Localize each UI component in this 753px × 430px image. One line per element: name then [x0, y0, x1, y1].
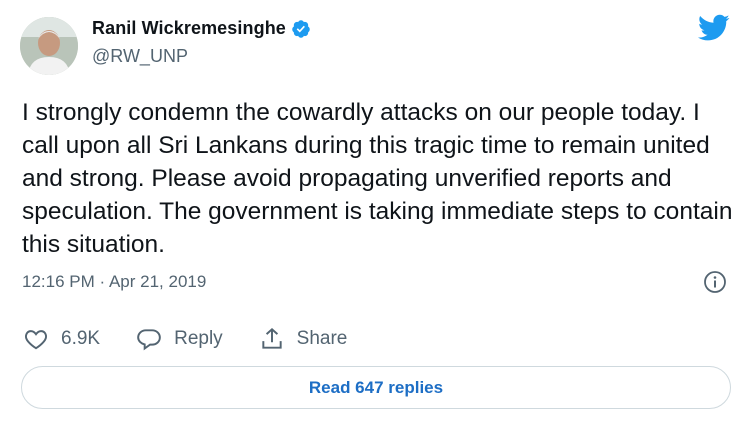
author-handle[interactable]: @RW_UNP [92, 46, 188, 67]
reply-label: Reply [174, 328, 223, 349]
read-replies-button[interactable]: Read 647 replies [21, 366, 731, 409]
like-button[interactable]: 6.9K [23, 326, 100, 352]
tweet-text: I strongly condemn the cowardly attacks … [22, 99, 733, 258]
tweet-time: 12:16 PM [22, 272, 95, 291]
tweet-card: Ranil Wickremesinghe @RW_UNP I strongly … [0, 0, 753, 430]
share-upload-icon [262, 327, 282, 349]
timestamp-separator: · [99, 272, 106, 291]
verified-badge-icon [292, 19, 310, 38]
author-name-row: Ranil Wickremesinghe [92, 18, 311, 39]
twitter-bird-icon[interactable] [698, 14, 730, 42]
tweet-timestamp[interactable]: 12:16 PM · Apr 21, 2019 [22, 272, 206, 292]
tweet-actions: 6.9K Reply Share [23, 326, 383, 352]
heart-icon [25, 330, 47, 350]
reply-button[interactable]: Reply [136, 326, 223, 352]
tweet-date: Apr 21, 2019 [108, 272, 207, 291]
avatar-photo [20, 17, 78, 75]
reply-bubble-icon [137, 329, 161, 351]
info-icon[interactable] [703, 270, 727, 294]
share-label: Share [296, 328, 348, 349]
author-name[interactable]: Ranil Wickremesinghe [92, 18, 286, 39]
like-count: 6.9K [61, 328, 101, 349]
avatar[interactable] [20, 17, 78, 75]
share-button[interactable]: Share [259, 326, 348, 352]
